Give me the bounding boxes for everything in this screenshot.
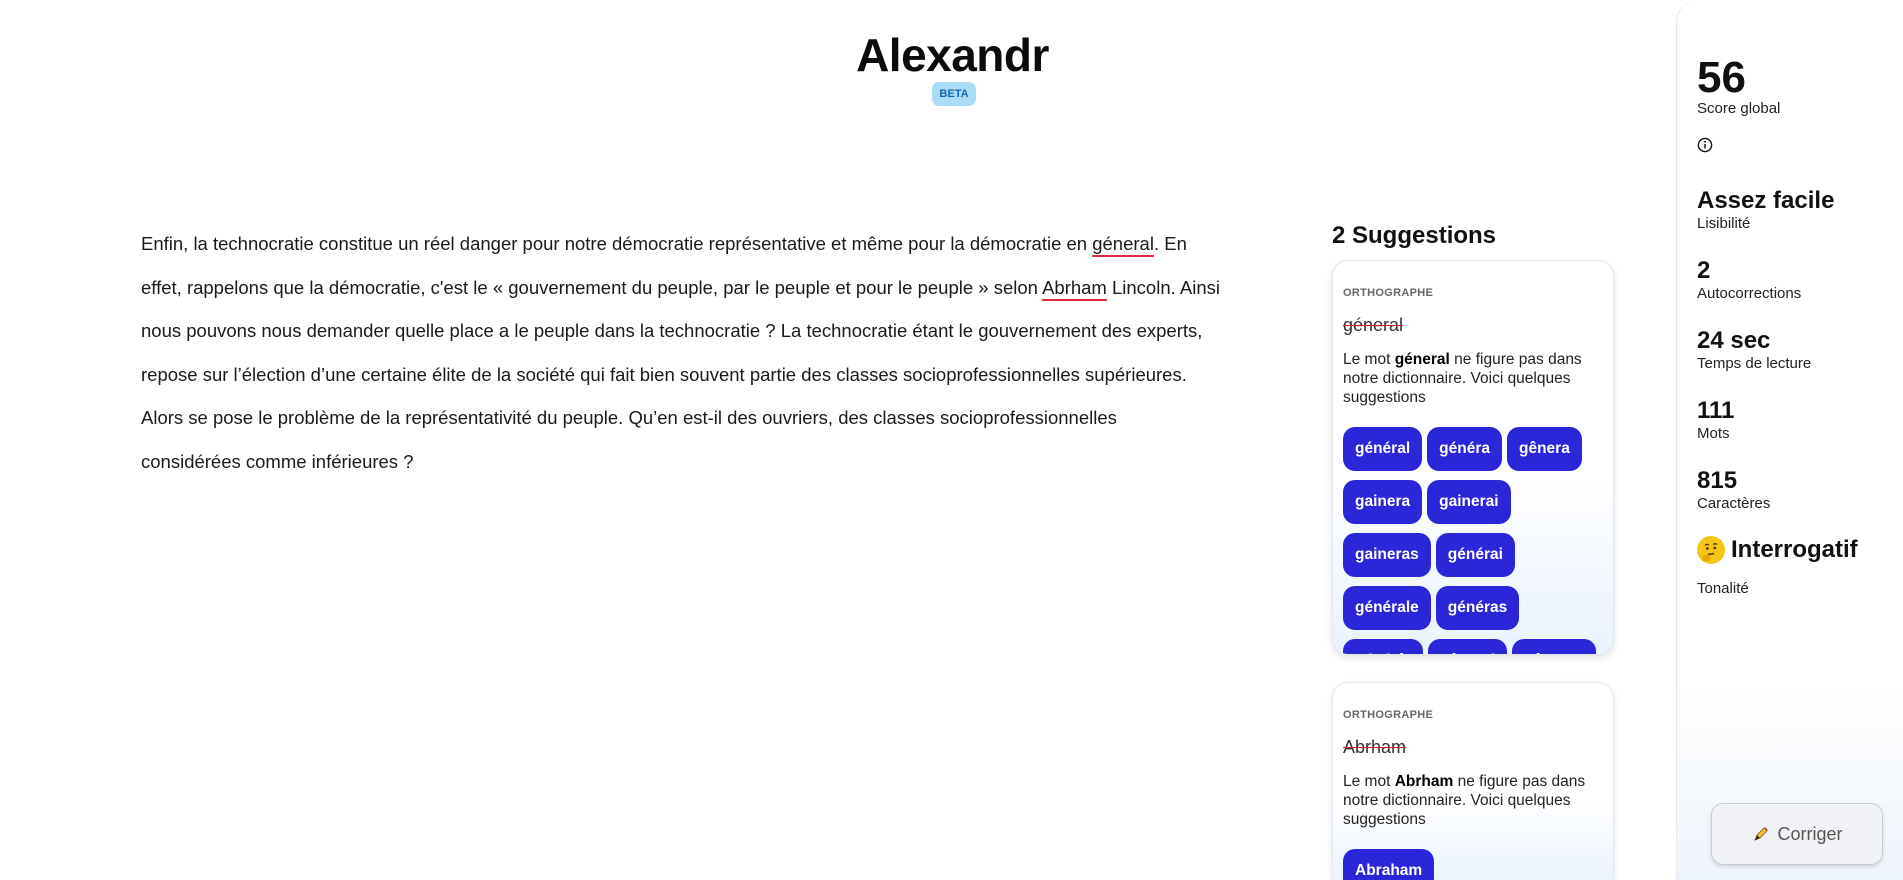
suggestion-options: Abraham	[1343, 849, 1603, 880]
message-word: Abrham	[1394, 773, 1454, 790]
characters-value: 815	[1697, 467, 1738, 494]
suggestion-options: général généra gênera gainera gainerai g…	[1343, 427, 1603, 654]
suggestion-chip[interactable]: gênerai	[1428, 639, 1508, 654]
suggestion-category: ORTHOGRAPHE	[1343, 709, 1434, 721]
score-label: Score global	[1697, 100, 1781, 117]
info-icon[interactable]	[1697, 137, 1713, 153]
stat-reading-time: 24 sec Temps de lecture	[1697, 327, 1812, 373]
suggestion-chip[interactable]: généras	[1435, 586, 1520, 630]
suggestion-chip[interactable]: gaineras	[1343, 533, 1431, 577]
stat-characters: 815 Caractères	[1697, 467, 1771, 513]
spelling-error-generale[interactable]: géneral	[1092, 233, 1154, 254]
correct-button[interactable]: Corriger	[1711, 803, 1883, 865]
stats-panel: 56 Score global Assez facile Lisibilité …	[1676, 0, 1903, 880]
suggestion-chip[interactable]: gainera	[1343, 480, 1423, 524]
stat-readability: Assez facile Lisibilité	[1697, 187, 1835, 233]
readability-value: Assez facile	[1697, 187, 1835, 214]
tone-value-row: Interrogatif	[1697, 536, 1858, 564]
stat-words: 111 Mots	[1697, 397, 1735, 443]
suggestion-chip[interactable]: généra	[1427, 427, 1502, 471]
words-value: 111	[1697, 397, 1735, 424]
message-text: Le mot	[1343, 773, 1395, 790]
suggestion-chip[interactable]: Abraham	[1343, 849, 1435, 880]
pen-icon	[1754, 827, 1769, 841]
stat-score: 56 Score global	[1697, 53, 1781, 118]
suggestion-category: ORTHOGRAPHE	[1343, 287, 1434, 299]
suggestion-message: Le mot géneral ne figure pas dans notre …	[1343, 350, 1603, 407]
editor-text-segment: Enfin, la technocratie constitue un réel…	[141, 233, 1093, 254]
thinking-face-icon	[1697, 536, 1725, 564]
stat-autocorrections: 2 Autocorrections	[1697, 257, 1802, 303]
suggestion-chip[interactable]: générale	[1343, 586, 1431, 630]
beta-badge: BETA	[932, 82, 976, 106]
suggestion-chip[interactable]: gainerai	[1427, 480, 1511, 524]
misspelled-word: géneral	[1343, 315, 1404, 335]
suggestion-chip[interactable]: gênera	[1506, 427, 1582, 471]
spelling-error-abrham[interactable]: Abrham	[1042, 277, 1107, 298]
score-value: 56	[1697, 53, 1746, 102]
reading-time-label: Temps de lecture	[1697, 355, 1812, 372]
editor-text-segment: Lincoln. Ainsi nous pouvons nous demande…	[141, 276, 1220, 472]
suggestion-chip[interactable]: gêneras	[1512, 639, 1596, 654]
readability-label: Lisibilité	[1697, 215, 1751, 232]
suggestion-card[interactable]: ORTHOGRAPHE Abrham Le mot Abrham ne figu…	[1332, 682, 1614, 880]
app-page: Alexandr BETA Enfin, la technocratie con…	[0, 0, 1903, 880]
autocorrections-value: 2	[1697, 257, 1711, 284]
suggestion-chip[interactable]: général	[1343, 427, 1423, 471]
reading-time-value: 24 sec	[1697, 327, 1771, 354]
misspelled-word: Abrham	[1343, 737, 1407, 757]
characters-label: Caractères	[1697, 495, 1771, 512]
words-label: Mots	[1697, 425, 1730, 442]
suggestion-message: Le mot Abrham ne figure pas dans notre d…	[1343, 772, 1603, 829]
suggestion-chip[interactable]: générât	[1343, 639, 1423, 654]
autocorrections-label: Autocorrections	[1697, 285, 1802, 302]
correct-button-label: Corriger	[1777, 823, 1843, 844]
message-text: Le mot	[1343, 351, 1395, 368]
tone-label: Tonalité	[1697, 580, 1749, 597]
app-title: Alexandr	[856, 29, 1049, 81]
suggestions-title: 2 Suggestions	[1332, 222, 1497, 249]
message-word: géneral	[1394, 351, 1450, 368]
suggestion-card[interactable]: ORTHOGRAPHE géneral Le mot géneral ne fi…	[1332, 260, 1614, 655]
suggestion-chip[interactable]: générai	[1435, 533, 1515, 577]
text-editor[interactable]: Enfin, la technocratie constitue un réel…	[141, 222, 1221, 484]
tone-value: Interrogatif	[1731, 536, 1858, 563]
